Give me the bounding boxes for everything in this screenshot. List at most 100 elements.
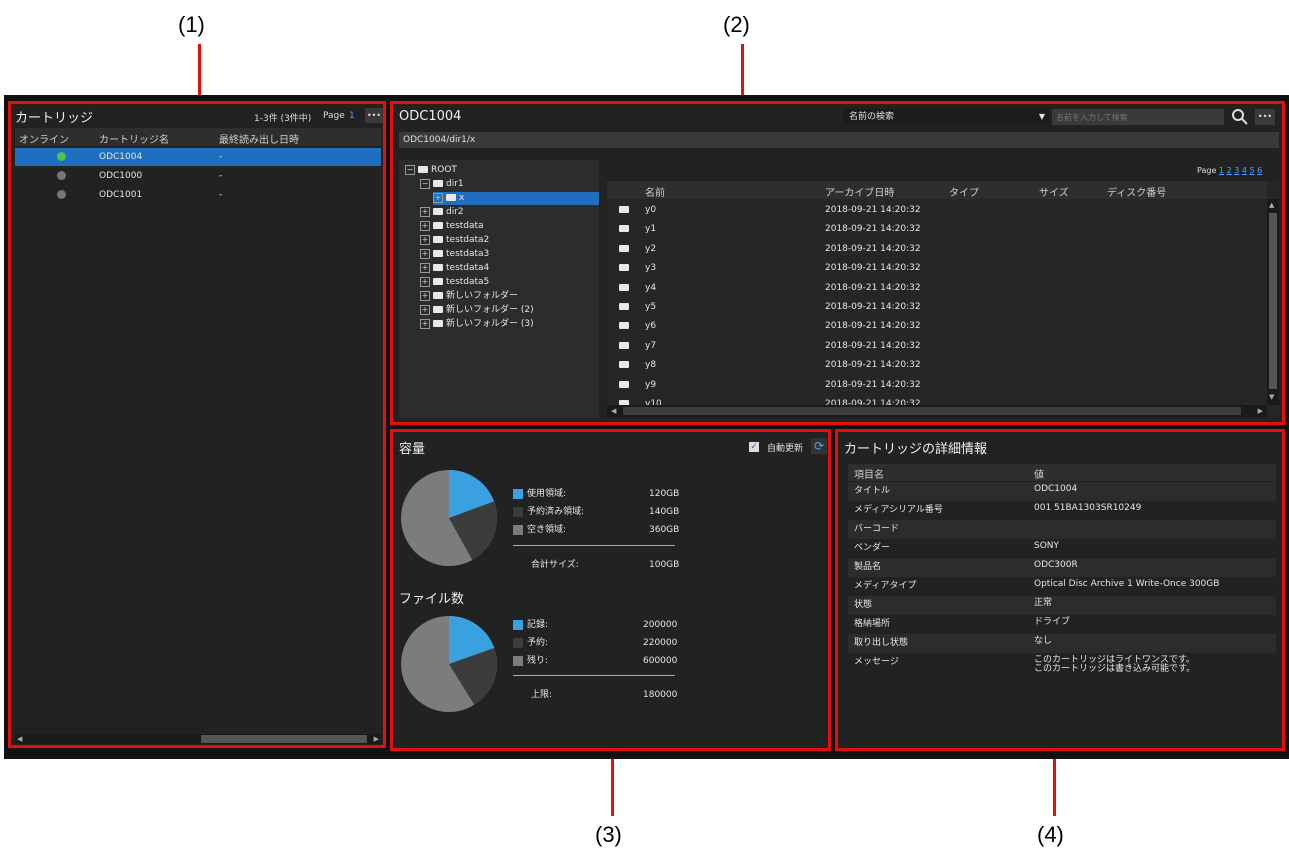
pagination: Page 1 2 3 4 5 6 xyxy=(1197,166,1262,175)
file-row[interactable]: y3 2018-09-21 14:20:32 xyxy=(607,259,1267,277)
tree-node-new-folder-3[interactable]: + 新しいフォルダー (3) xyxy=(420,318,534,331)
detail-value: ドライブ xyxy=(1034,617,1071,627)
capacity-title: 容量 xyxy=(399,442,426,457)
column-header-size[interactable]: サイズ xyxy=(1039,184,1069,199)
detail-row: 製品名 ODC300R xyxy=(848,558,1276,577)
horizontal-scrollbar[interactable]: ◀ ▶ xyxy=(15,734,381,744)
scroll-thumb[interactable] xyxy=(1269,213,1277,389)
scroll-thumb[interactable] xyxy=(201,735,367,743)
page-link[interactable]: 1 xyxy=(1219,166,1224,175)
folder-icon xyxy=(446,194,456,201)
vertical-scrollbar[interactable]: ▲ ▼ xyxy=(1267,199,1279,405)
tree-node-x[interactable]: + x xyxy=(433,192,599,205)
file-row[interactable]: y9 2018-09-21 14:20:32 xyxy=(607,376,1267,394)
page-link[interactable]: 5 xyxy=(1249,166,1254,175)
detail-key: バーコード xyxy=(854,524,900,534)
legend-label: 使用領域: xyxy=(527,489,567,499)
file-row[interactable]: y5 2018-09-21 14:20:32 xyxy=(607,298,1267,316)
scroll-right-icon[interactable]: ▶ xyxy=(374,735,379,743)
expand-icon[interactable]: + xyxy=(420,276,430,287)
page-link[interactable]: 1 xyxy=(349,111,355,121)
column-header-last-read[interactable]: 最終読み出し日時 xyxy=(219,131,299,146)
search-input[interactable] xyxy=(1052,109,1224,125)
expand-icon[interactable]: + xyxy=(420,304,430,315)
tree-node-testdata3[interactable]: + testdata3 xyxy=(420,248,489,261)
tree-node-label: 新しいフォルダー xyxy=(446,291,519,301)
column-header-archive-date[interactable]: アーカイブ日時 xyxy=(825,184,894,199)
tree-node-testdata5[interactable]: + testdata5 xyxy=(420,276,489,289)
auto-update-checkbox[interactable]: ✓ xyxy=(749,442,759,452)
expand-icon[interactable]: + xyxy=(433,192,443,203)
archive-date: 2018-09-21 14:20:32 xyxy=(825,263,921,274)
table-row[interactable]: ODC1004 - xyxy=(15,148,381,166)
scroll-right-icon[interactable]: ▶ xyxy=(1258,407,1263,415)
callout-2: (2) xyxy=(723,12,750,37)
file-list: 名前 アーカイブ日時 タイプ サイズ ディスク番号 y0 2018-09-21 1… xyxy=(607,181,1279,417)
scroll-left-icon[interactable]: ◀ xyxy=(611,407,616,415)
file-row[interactable]: y8 2018-09-21 14:20:32 xyxy=(607,356,1267,374)
horizontal-scrollbar[interactable]: ◀ ▶ xyxy=(607,405,1267,417)
file-row[interactable]: y1 2018-09-21 14:20:32 xyxy=(607,220,1267,238)
expand-icon[interactable]: + xyxy=(420,262,430,273)
file-row[interactable]: y0 2018-09-21 14:20:32 xyxy=(607,201,1267,219)
archive-date: 2018-09-21 14:20:32 xyxy=(825,224,921,235)
column-header-name[interactable]: カートリッジ名 xyxy=(99,131,169,146)
detail-value: 正常 xyxy=(1034,598,1053,608)
collapse-icon[interactable]: − xyxy=(420,178,430,189)
page-link[interactable]: 4 xyxy=(1242,166,1247,175)
page-link[interactable]: 6 xyxy=(1257,166,1262,175)
page-label: Page xyxy=(323,111,345,121)
table-row[interactable]: ODC1001 - xyxy=(15,186,381,204)
more-button[interactable]: ••• xyxy=(1255,109,1275,125)
capacity-pie-chart xyxy=(401,470,497,566)
column-header-disc-number[interactable]: ディスク番号 xyxy=(1107,184,1166,199)
tree-node-root[interactable]: − ROOT xyxy=(405,164,457,177)
refresh-icon[interactable]: ⟳ xyxy=(811,438,827,454)
tree-node-testdata[interactable]: + testdata xyxy=(420,220,484,233)
file-row[interactable]: y2 2018-09-21 14:20:32 xyxy=(607,240,1267,258)
folder-icon xyxy=(433,278,443,285)
expand-icon[interactable]: + xyxy=(420,248,430,259)
legend-value: 220000 xyxy=(643,638,678,648)
offline-status-icon xyxy=(57,171,66,180)
column-header-name[interactable]: 名前 xyxy=(645,184,665,199)
scroll-thumb[interactable] xyxy=(623,407,1241,415)
expand-icon[interactable]: + xyxy=(420,234,430,245)
expand-icon[interactable]: + xyxy=(420,206,430,217)
scroll-up-icon[interactable]: ▲ xyxy=(1269,201,1274,209)
column-header-online[interactable]: オンライン xyxy=(19,131,69,146)
tree-node-new-folder-2[interactable]: + 新しいフォルダー (2) xyxy=(420,304,534,317)
page-link[interactable]: 3 xyxy=(1234,166,1239,175)
search-mode-select[interactable]: 名前の検索 ▼ xyxy=(843,109,1049,125)
detail-row: バーコード xyxy=(848,520,1276,539)
detail-key: タイトル xyxy=(854,486,891,496)
tree-node-dir2[interactable]: + dir2 xyxy=(420,206,464,219)
search-icon[interactable] xyxy=(1230,107,1250,126)
tree-node-testdata2[interactable]: + testdata2 xyxy=(420,234,489,247)
tree-node-dir1[interactable]: − dir1 xyxy=(420,178,464,191)
file-row[interactable]: y6 2018-09-21 14:20:32 xyxy=(607,317,1267,335)
folder-icon xyxy=(619,225,629,233)
expand-icon[interactable]: + xyxy=(420,290,430,301)
cartridge-panel: カートリッジ 1-3件 (3件中) Page 1 ••• オンライン カートリッ… xyxy=(8,101,386,748)
file-row[interactable]: y4 2018-09-21 14:20:32 xyxy=(607,279,1267,297)
expand-icon[interactable]: + xyxy=(420,220,430,231)
page-link[interactable]: 2 xyxy=(1227,166,1232,175)
collapse-icon[interactable]: − xyxy=(405,164,415,175)
archive-date: 2018-09-21 14:20:32 xyxy=(825,243,921,254)
tree-node-new-folder[interactable]: + 新しいフォルダー xyxy=(420,290,518,303)
total-label: 合計サイズ: xyxy=(531,560,579,570)
table-row[interactable]: ODC1000 - xyxy=(15,167,381,185)
scroll-left-icon[interactable]: ◀ xyxy=(17,735,22,743)
folder-icon xyxy=(619,283,629,291)
scroll-down-icon[interactable]: ▼ xyxy=(1269,393,1274,401)
more-button[interactable]: ••• xyxy=(365,108,383,123)
tree-node-label: testdata xyxy=(446,221,484,231)
column-header-type[interactable]: タイプ xyxy=(949,184,979,199)
callout-4: (4) xyxy=(1037,822,1064,847)
file-row[interactable]: y7 2018-09-21 14:20:32 xyxy=(607,337,1267,355)
tree-node-label: 新しいフォルダー (2) xyxy=(446,305,534,315)
tree-node-testdata4[interactable]: + testdata4 xyxy=(420,262,489,275)
detail-row: メディアシリアル番号 001 51BA1303SR10249 xyxy=(848,501,1276,520)
expand-icon[interactable]: + xyxy=(420,318,430,329)
